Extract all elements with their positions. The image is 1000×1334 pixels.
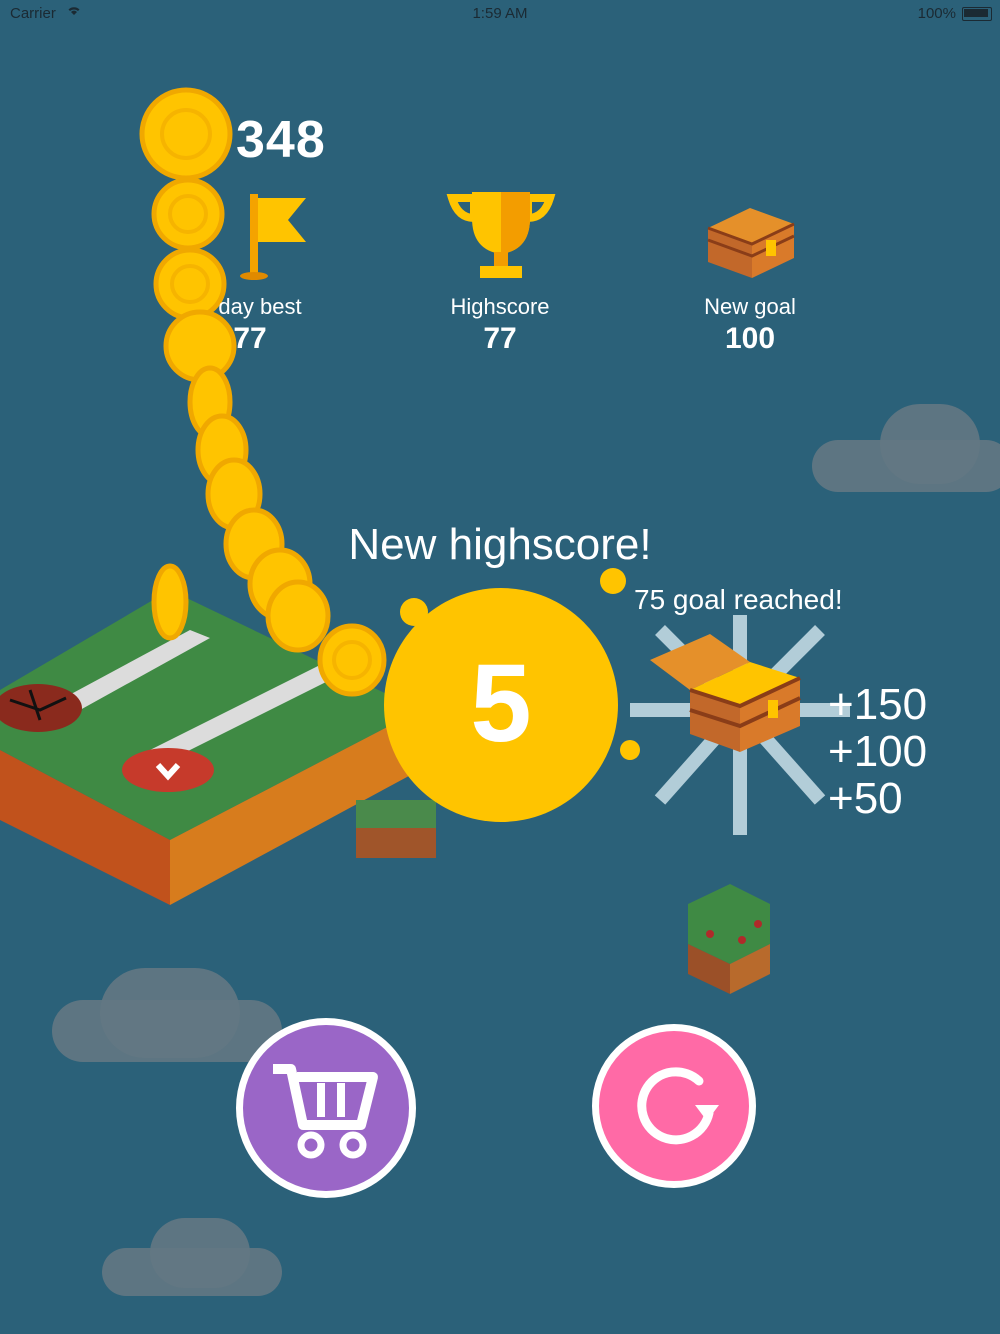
bonus-value: +150	[828, 680, 928, 729]
bonus-value: +100	[828, 727, 928, 776]
replay-button[interactable]	[592, 1024, 756, 1188]
trophy-icon	[446, 192, 556, 278]
clock: 1:59 AM	[472, 5, 528, 22]
cloud	[880, 404, 980, 484]
shop-button[interactable]	[236, 1018, 416, 1198]
new-goal-label: New goal	[704, 294, 796, 319]
cloud	[150, 1218, 250, 1288]
score-splash-dot	[400, 598, 428, 626]
treasure-chest-icon	[707, 208, 795, 278]
battery-icon	[962, 7, 992, 21]
replay-icon	[637, 1067, 719, 1145]
status-bar: Carrier 1:59 AM 100%	[0, 0, 1000, 28]
battery-percentage: 100%	[917, 5, 956, 22]
flag-icon	[240, 194, 306, 280]
highscore-label: Highscore	[450, 294, 550, 319]
highscore-value: 77	[483, 322, 517, 355]
coin-count: 348	[236, 111, 326, 169]
today-best-label: day best	[218, 294, 302, 319]
score-value: 5	[470, 642, 532, 765]
new-goal-value: 100	[724, 322, 776, 355]
today-best-value: 77	[233, 322, 267, 355]
floating-block	[688, 884, 770, 994]
bonus-value: +50	[828, 774, 903, 823]
cloud	[100, 968, 240, 1058]
score-splash-dot	[600, 568, 626, 594]
open-treasure-chest-icon	[630, 615, 850, 835]
coin-trail	[139, 87, 387, 697]
cart-icon	[273, 1064, 378, 1159]
new-highscore-banner: New highscore!	[348, 520, 652, 569]
